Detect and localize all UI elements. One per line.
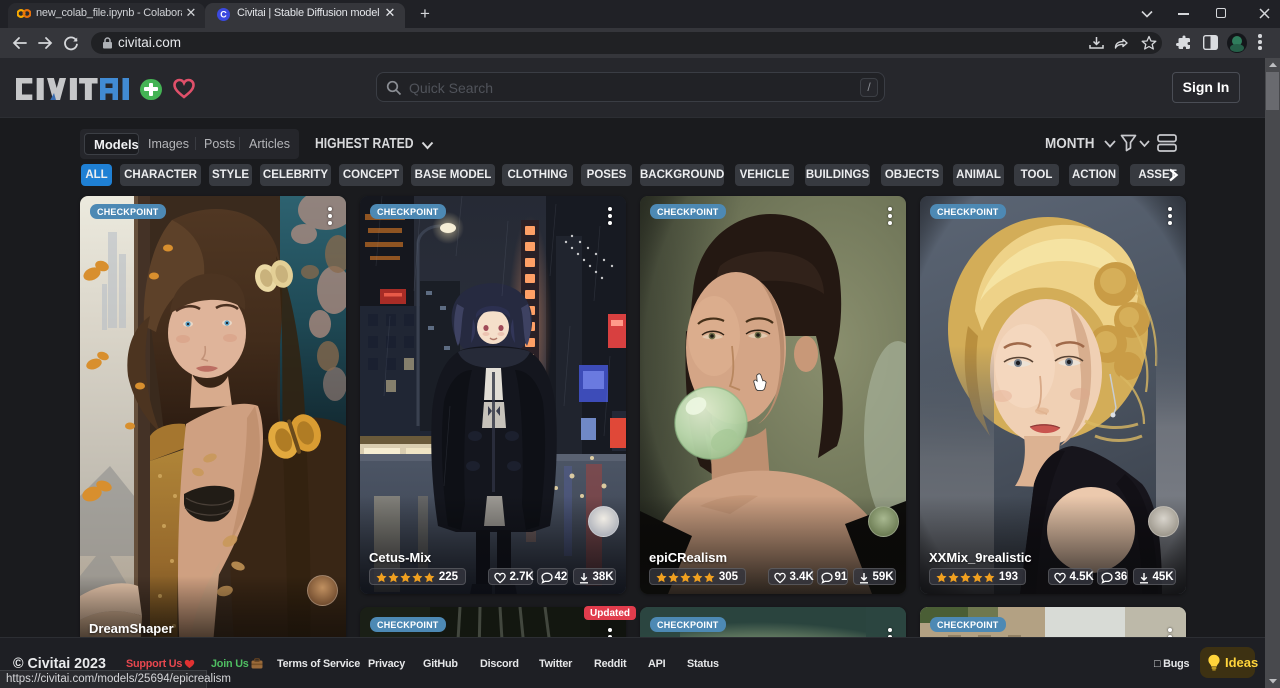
svg-text:C: C (220, 10, 227, 20)
